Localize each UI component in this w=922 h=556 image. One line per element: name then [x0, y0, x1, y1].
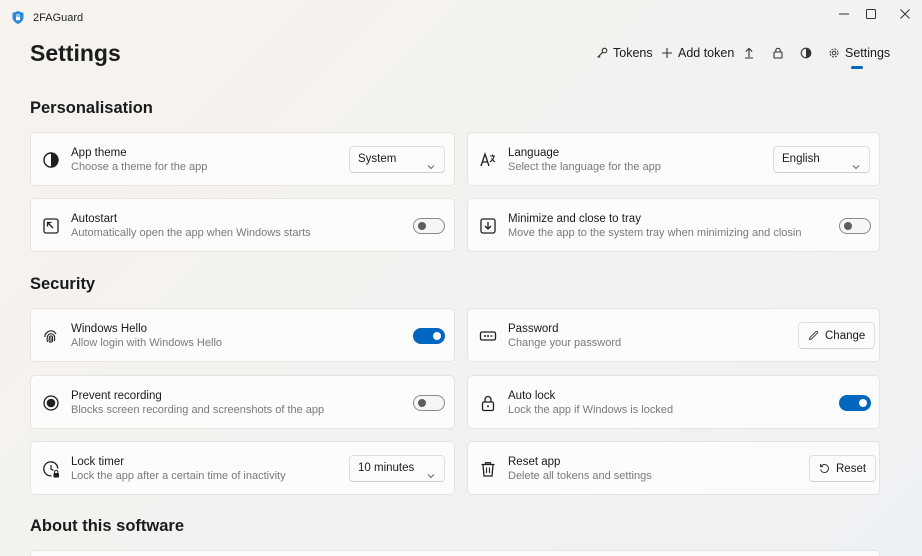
setting-language: Language Select the language for the app…: [467, 132, 880, 186]
setting-auto-lock: Auto lock Lock the app if Windows is loc…: [467, 375, 880, 429]
maximize-icon: [866, 9, 876, 19]
setting-lock-timer: Lock timer Lock the app after a certain …: [30, 441, 455, 495]
setting-title: Windows Hello: [71, 323, 148, 335]
chevron-down-icon: [427, 156, 435, 170]
setting-subtitle: Automatically open the app when Windows …: [71, 227, 311, 239]
gear-icon: [829, 48, 839, 58]
close-button[interactable]: [887, 4, 922, 24]
autostart-toggle[interactable]: [413, 218, 445, 234]
nav-export[interactable]: [743, 44, 755, 62]
language-dropdown[interactable]: English: [773, 146, 870, 173]
setting-title: Reset app: [508, 456, 561, 468]
setting-windows-hello: Windows Hello Allow login with Windows H…: [30, 308, 455, 362]
nav-add-token[interactable]: Add token: [661, 44, 734, 62]
maximize-button[interactable]: [853, 4, 889, 24]
setting-app-theme: App theme Choose a theme for the app Sys…: [30, 132, 455, 186]
close-icon: [900, 9, 910, 19]
section-personalisation: Personalisation: [30, 99, 153, 117]
contrast-icon: [800, 47, 812, 59]
windows-hello-toggle[interactable]: [413, 328, 445, 344]
button-label: Change: [825, 329, 866, 342]
app-theme-dropdown[interactable]: System: [349, 146, 445, 173]
prevent-recording-toggle[interactable]: [413, 395, 445, 411]
nav-settings-label: Settings: [845, 46, 891, 60]
about-card: [30, 550, 880, 556]
change-password-button[interactable]: Change: [798, 322, 876, 349]
setting-subtitle: Select the language for the app: [508, 161, 661, 173]
dropdown-value: 10 minutes: [358, 462, 415, 474]
section-security: Security: [30, 275, 96, 293]
record-icon: [42, 394, 60, 412]
chevron-down-icon: [427, 465, 435, 479]
undo-icon: [820, 464, 829, 473]
setting-autostart: Autostart Automatically open the app whe…: [30, 198, 455, 252]
nav-tokens-label: Tokens: [613, 46, 653, 60]
button-label: Reset: [836, 462, 867, 475]
clock-lock-icon: [42, 460, 60, 478]
page-title: Settings: [30, 40, 121, 66]
setting-subtitle: Lock the app if Windows is locked: [508, 404, 674, 416]
tray-download-icon: [479, 217, 497, 235]
setting-password: Password Change your password Change: [467, 308, 880, 362]
auto-lock-toggle[interactable]: [839, 395, 871, 411]
pencil-icon: [808, 330, 819, 341]
app-name: 2FAGuard: [33, 12, 84, 24]
setting-title: Prevent recording: [71, 390, 162, 402]
minimize-icon: [839, 13, 849, 15]
setting-prevent-recording: Prevent recording Blocks screen recordin…: [30, 375, 455, 429]
setting-subtitle: Lock the app after a certain time of ina…: [71, 470, 286, 482]
lock-timer-dropdown[interactable]: 10 minutes: [349, 455, 445, 482]
lock-icon: [773, 47, 783, 59]
setting-reset-app: Reset app Delete all tokens and settings…: [467, 441, 880, 495]
plus-icon: [662, 48, 672, 58]
nav-lock[interactable]: [772, 44, 784, 62]
open-window-icon: [42, 217, 60, 235]
trash-icon: [479, 460, 497, 478]
title-bar: 2FAGuard: [0, 0, 922, 32]
setting-subtitle: Choose a theme for the app: [71, 161, 208, 173]
setting-title: Minimize and close to tray: [508, 213, 641, 225]
password-icon: [479, 327, 497, 345]
minimize-tray-toggle[interactable]: [839, 218, 871, 234]
nav-tokens[interactable]: Tokens: [596, 44, 653, 62]
nav-add-token-label: Add token: [678, 46, 735, 60]
setting-minimize-tray: Minimize and close to tray Move the app …: [467, 198, 880, 252]
dropdown-value: English: [782, 153, 820, 165]
language-icon: [479, 151, 497, 169]
fingerprint-icon: [42, 327, 60, 345]
setting-subtitle: Move the app to the system tray when min…: [508, 227, 802, 239]
setting-subtitle: Allow login with Windows Hello: [71, 337, 223, 349]
lock-icon: [479, 394, 497, 412]
nav-theme-toggle[interactable]: [800, 44, 812, 62]
setting-title: App theme: [71, 147, 127, 159]
upload-icon: [745, 47, 753, 59]
setting-title: Autostart: [71, 213, 118, 225]
setting-title: Password: [508, 323, 559, 335]
dropdown-value: System: [358, 153, 397, 165]
section-about: About this software: [30, 517, 185, 535]
setting-subtitle: Change your password: [508, 337, 622, 349]
nav-active-indicator: [851, 66, 863, 69]
setting-title: Auto lock: [508, 390, 556, 402]
shield-icon: [12, 11, 24, 24]
nav-settings[interactable]: Settings: [828, 44, 890, 62]
key-icon: [597, 47, 608, 58]
setting-subtitle: Blocks screen recording and screenshots …: [71, 404, 325, 416]
chevron-down-icon: [852, 156, 860, 170]
setting-subtitle: Delete all tokens and settings: [508, 470, 652, 482]
setting-title: Lock timer: [71, 456, 125, 468]
setting-title: Language: [508, 147, 560, 159]
contrast-icon: [42, 151, 60, 169]
reset-app-button[interactable]: Reset: [809, 455, 877, 482]
